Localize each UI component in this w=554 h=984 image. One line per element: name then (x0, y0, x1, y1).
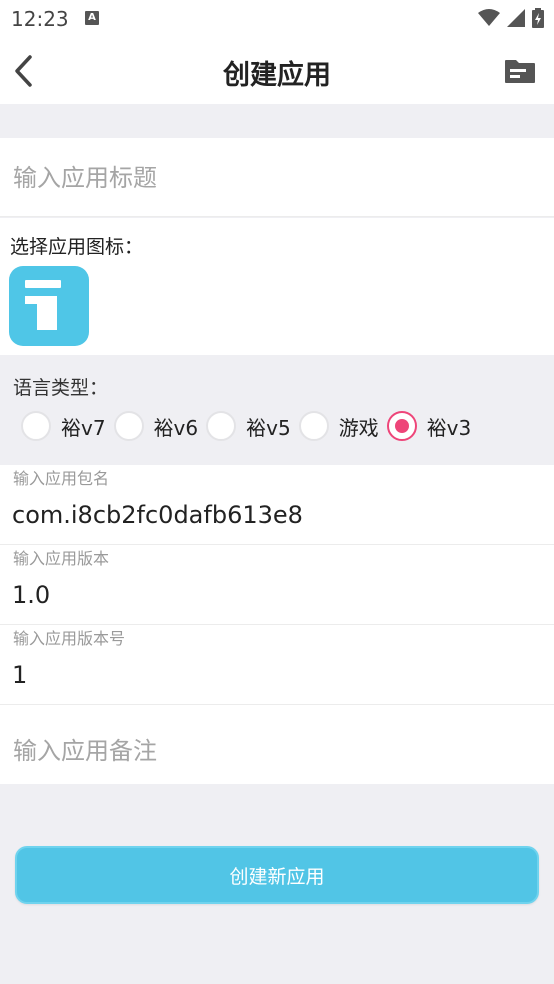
radio-option-v3[interactable]: 裕v3 (386, 411, 472, 441)
radio-circle (21, 411, 51, 441)
language-radio-group: 裕v7 裕v6 裕v5 游戏 裕v3 (21, 411, 479, 441)
status-icons (478, 8, 544, 28)
wifi-icon (478, 9, 500, 26)
radio-label: 裕v3 (426, 415, 472, 440)
radio-label: 裕v6 (153, 415, 199, 440)
radio-label: 裕v5 (246, 415, 291, 440)
create-app-screen: 12:23 A 创建应用 输入应用标题 选择应用图标： 语言类型： 裕v7 裕v… (0, 0, 554, 984)
title-field-row (0, 138, 554, 217)
version-field-row: 输入应用版本 (0, 545, 554, 625)
language-type-section: 语言类型： 裕v7 裕v6 裕v5 游戏 裕v3 (0, 355, 554, 465)
create-app-button[interactable]: 创建新应用 (15, 846, 539, 904)
create-app-button-label: 创建新应用 (229, 865, 325, 888)
radio-label: 裕v7 (61, 415, 106, 440)
version-input[interactable] (12, 577, 542, 613)
status-bar: 12:23 A (0, 0, 554, 38)
page-title: 创建应用 (223, 60, 331, 91)
app-icon-button[interactable] (9, 266, 89, 346)
keyboard-a-icon: A (85, 11, 99, 25)
package-field-hint: 输入应用包名 (13, 469, 110, 488)
radio-option-v7[interactable]: 裕v7 (21, 411, 106, 441)
battery-icon (532, 8, 544, 28)
version-code-field-hint: 输入应用版本号 (13, 629, 126, 648)
radio-circle-checked (386, 411, 417, 441)
status-time: 12:23 (11, 7, 69, 31)
package-field-row: 输入应用包名 (0, 465, 554, 545)
app-title-input[interactable] (13, 160, 543, 196)
radio-label: 游戏 (338, 415, 379, 440)
info-i-icon (25, 280, 61, 330)
app-bar: 创建应用 (0, 38, 554, 104)
radio-circle (206, 411, 237, 441)
version-code-input[interactable] (12, 657, 542, 693)
app-remark-input[interactable] (13, 733, 543, 769)
icon-chooser: 选择应用图标： (0, 218, 554, 355)
folder-icon (505, 60, 535, 83)
radio-option-v6[interactable]: 裕v6 (113, 411, 199, 441)
icon-chooser-label: 选择应用图标： (10, 236, 144, 258)
version-code-field-row: 输入应用版本号 (0, 625, 554, 705)
radio-option-v5[interactable]: 裕v5 (206, 411, 291, 441)
folder-button[interactable] (504, 58, 536, 84)
radio-circle (113, 411, 144, 441)
signal-icon (507, 9, 525, 27)
language-type-label: 语言类型： (13, 377, 109, 399)
version-field-hint: 输入应用版本 (13, 549, 110, 568)
radio-circle (298, 411, 329, 441)
package-name-input[interactable] (12, 497, 542, 533)
remark-field-row (0, 705, 554, 784)
radio-option-game[interactable]: 游戏 (298, 411, 379, 441)
